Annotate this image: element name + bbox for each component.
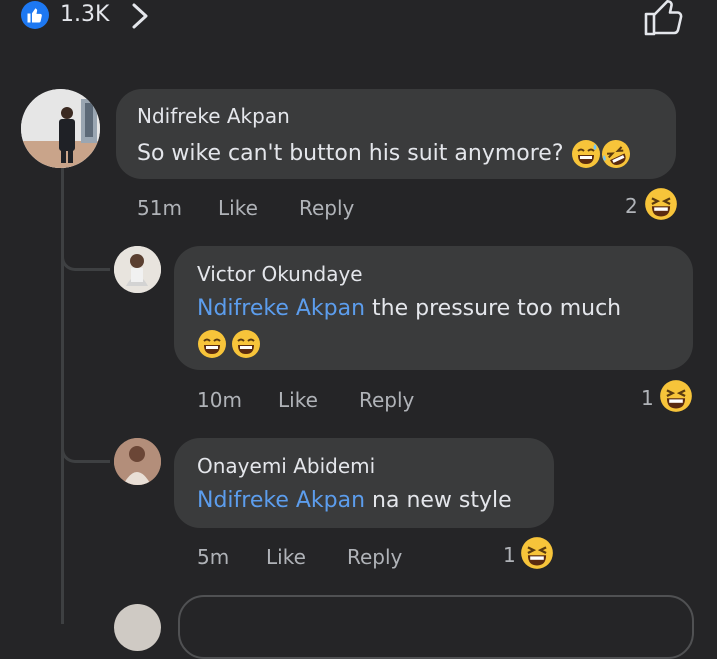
grin-emoji-icon — [231, 329, 261, 359]
mention-link[interactable]: Ndifreke Akpan — [197, 488, 365, 513]
comment-body: So wike can't button his suit anymore? — [137, 141, 564, 166]
comment-time[interactable]: 5m — [197, 545, 229, 569]
reply-button[interactable]: Reply — [299, 196, 354, 220]
comment-text: Ndifreke Akpan the pressure too much — [197, 296, 621, 321]
thread-connector — [61, 440, 110, 463]
grin-sweat-emoji-icon — [571, 139, 601, 169]
comment-time[interactable]: 51m — [137, 196, 182, 220]
laughing-emoji-icon[interactable] — [644, 187, 678, 225]
mention-link[interactable]: Ndifreke Akpan — [197, 296, 365, 321]
reaction-count[interactable]: 1 — [641, 386, 654, 410]
thread-connector — [61, 248, 110, 271]
avatar — [114, 604, 161, 651]
avatar[interactable] — [114, 438, 161, 485]
avatar[interactable] — [21, 89, 100, 168]
laughing-emoji-icon[interactable] — [520, 536, 554, 574]
comment-body: na new style — [365, 488, 512, 513]
avatar[interactable] — [114, 246, 161, 293]
comment-bubble — [174, 438, 554, 528]
like-button[interactable]: Like — [278, 388, 318, 412]
comment-author[interactable]: Victor Okundaye — [197, 262, 363, 286]
comment-author[interactable]: Onayemi Abidemi — [197, 454, 375, 478]
comment-time[interactable]: 10m — [197, 388, 242, 412]
like-button[interactable]: Like — [218, 196, 258, 220]
reply-button[interactable]: Reply — [359, 388, 414, 412]
reply-input-box[interactable] — [178, 595, 694, 659]
like-outline-icon[interactable] — [642, 0, 688, 40]
laughing-emoji-icon[interactable] — [659, 379, 693, 417]
thread-line — [61, 168, 64, 624]
like-reaction-icon[interactable] — [21, 1, 49, 29]
like-button[interactable]: Like — [266, 545, 306, 569]
grin-emoji-icon — [197, 329, 227, 359]
comment-text: Ndifreke Akpan na new style — [197, 488, 512, 513]
reaction-count[interactable]: 1.3K — [60, 1, 109, 29]
emoji-row — [197, 329, 261, 359]
comment-body: the pressure too much — [365, 296, 622, 321]
rofl-emoji-icon — [601, 139, 631, 169]
comment-author[interactable]: Ndifreke Akpan — [137, 104, 290, 128]
reaction-count[interactable]: 1 — [503, 543, 516, 567]
reply-button[interactable]: Reply — [347, 545, 402, 569]
comment-text: So wike can't button his suit anymore? — [137, 139, 631, 169]
chevron-right-icon[interactable] — [130, 2, 150, 34]
reaction-count[interactable]: 2 — [625, 194, 638, 218]
